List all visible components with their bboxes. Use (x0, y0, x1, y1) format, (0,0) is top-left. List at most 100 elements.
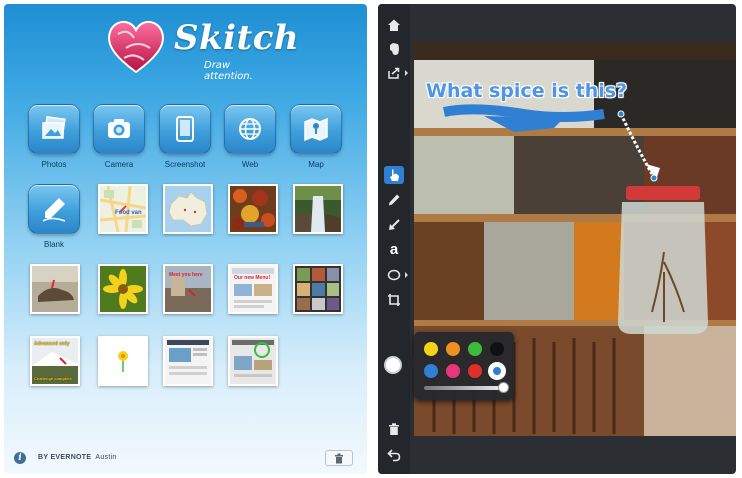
flower-sketch-image (100, 338, 146, 384)
undo-icon (387, 449, 401, 462)
home-button[interactable] (384, 16, 404, 34)
screenshot-button-tile[interactable] (159, 104, 211, 154)
camera-button[interactable]: Camera (91, 104, 147, 169)
map-button-tile[interactable] (290, 104, 342, 154)
skitch-editor-screen: a What spice is this? (378, 4, 736, 474)
thumbnail-map-food-van[interactable]: Food van (98, 184, 148, 234)
app-screenshot-image (230, 338, 276, 384)
screenshot-button[interactable]: Screenshot (157, 104, 213, 169)
user-name: Austin (95, 454, 117, 461)
home-icon (388, 19, 400, 31)
web-button-tile[interactable] (224, 104, 276, 154)
trash-icon (335, 453, 343, 463)
shape-tool-icon (387, 269, 401, 281)
evernote-credit: BY EVERNOTE Austin (38, 454, 117, 461)
current-color-swatch[interactable] (384, 356, 402, 374)
thumbnail-photo-flower[interactable] (98, 264, 148, 314)
stroke-size-slider[interactable] (424, 386, 504, 390)
thumbnail-photo-waterfall[interactable] (293, 184, 343, 234)
thumbnail-screenshot-grid[interactable] (293, 264, 343, 314)
color-palette (406, 332, 514, 400)
pen-icon (42, 198, 66, 222)
camera-button-tile[interactable] (93, 104, 145, 154)
photos-button-tile[interactable] (28, 104, 80, 154)
color-swatch-green[interactable] (468, 342, 482, 356)
share-button[interactable] (384, 64, 408, 82)
color-swatch-red[interactable] (468, 364, 482, 378)
webpage-image (165, 338, 211, 384)
photo-grid-image (295, 266, 341, 312)
crop-tool-icon (388, 294, 400, 306)
challenge-annotation: Challenge complete (34, 376, 72, 381)
pen-tool-icon (389, 194, 400, 206)
select-tool-button[interactable] (384, 166, 404, 184)
blank-button[interactable]: Blank (26, 184, 82, 249)
new-menu-annotation: Our new Menu! (234, 275, 271, 281)
delete-button[interactable] (325, 450, 353, 466)
share-icon (388, 67, 400, 79)
color-swatch-white[interactable] (490, 364, 504, 378)
yellow-flower-image (100, 266, 146, 312)
trash-icon (389, 423, 399, 435)
annotation-text[interactable]: What spice is this? (426, 80, 627, 102)
text-tool-button[interactable]: a (384, 241, 404, 259)
camera-icon (108, 119, 130, 138)
pen-tool-button[interactable] (384, 191, 404, 209)
australia-map-image (165, 186, 211, 232)
autumn-leaves-image (230, 186, 276, 232)
web-label: Web (241, 160, 259, 169)
map-thumbnail-image (100, 186, 146, 232)
thumbnail-map-australia[interactable] (163, 184, 213, 234)
color-swatch-yellow[interactable] (424, 342, 438, 356)
blank-button-tile[interactable] (28, 184, 80, 234)
stroke-size-knob[interactable] (498, 382, 509, 393)
rock-lizard-image (32, 266, 78, 312)
screenshot-icon (176, 116, 194, 142)
menu-webpage-image (230, 266, 276, 312)
color-swatch-black[interactable] (490, 342, 504, 356)
photos-label: Photos (41, 160, 67, 169)
web-button[interactable]: Web (222, 104, 278, 169)
home-footer: i BY EVERNOTE Austin (4, 446, 367, 474)
globe-icon (239, 118, 261, 140)
evernote-button[interactable] (384, 40, 404, 58)
crop-tool-button[interactable] (384, 291, 404, 309)
meet-you-here-annotation: Meet you here (169, 272, 203, 278)
heart-logo-icon (108, 21, 164, 74)
arrow-tool-button[interactable] (384, 216, 404, 234)
brand-text: BY EVERNOTE (38, 454, 92, 461)
info-icon[interactable]: i (14, 452, 26, 464)
advanced-only-annotation: Advanced only (34, 341, 70, 347)
map-icon (304, 117, 328, 142)
thumbnail-webpage[interactable] (163, 336, 213, 386)
thumbnail-screenshot-app[interactable] (228, 336, 278, 386)
color-swatch-blue[interactable] (424, 364, 438, 378)
skitch-logo: Skitch Draw attention. (104, 14, 299, 84)
camera-label: Camera (104, 160, 134, 169)
tool-sidebar: a (378, 4, 410, 474)
arrow-tool-icon (389, 219, 400, 230)
photos-button[interactable]: Photos (26, 104, 82, 169)
skitch-home-screen: Skitch Draw attention. Photos Camera Scr… (4, 4, 367, 474)
thumbnail-photo-leaves[interactable] (228, 184, 278, 234)
color-swatch-pink[interactable] (446, 364, 460, 378)
photos-icon (42, 115, 66, 139)
thumbnail-photo-rock[interactable] (30, 264, 80, 314)
select-hand-icon (390, 169, 399, 181)
thumbnail-meet-you-here[interactable]: Meet you here (163, 264, 213, 314)
shape-tool-button[interactable] (384, 266, 408, 284)
waterfall-image (295, 186, 341, 232)
logo-wordmark: Skitch (174, 18, 300, 58)
map-button[interactable]: Map (288, 104, 344, 169)
thumbnail-blank-sketch[interactable] (98, 336, 148, 386)
evernote-icon (390, 43, 399, 55)
undo-button[interactable] (384, 446, 404, 464)
delete-annotation-button[interactable] (384, 420, 404, 438)
thumbnail-advanced-only[interactable]: Advanced only Challenge complete (30, 336, 80, 386)
logo-tagline: Draw attention. (204, 60, 253, 82)
thumbnail-new-menu[interactable]: Our new Menu! (228, 264, 278, 314)
blank-label: Blank (43, 240, 64, 249)
food-van-annotation: Food van (115, 210, 142, 216)
screenshot-label: Screenshot (164, 160, 206, 169)
color-swatch-orange[interactable] (446, 342, 460, 356)
